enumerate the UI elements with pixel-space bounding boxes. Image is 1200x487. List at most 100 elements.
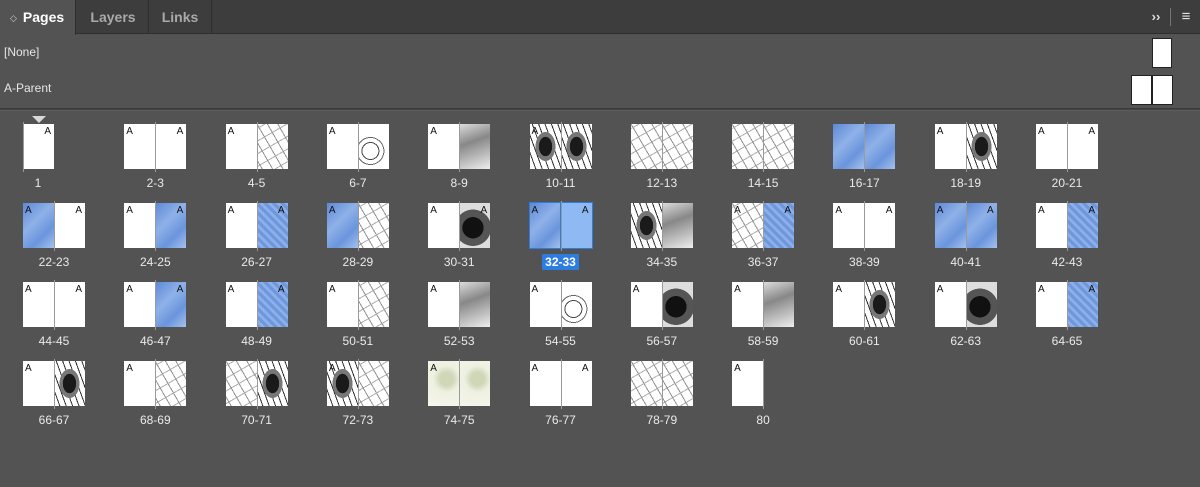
page-thumbnail[interactable]	[864, 282, 896, 327]
page-spread[interactable]: A 28-29	[312, 191, 404, 269]
page-spread[interactable]: A A 38-39	[818, 191, 910, 269]
page-thumbnail[interactable]	[357, 282, 389, 327]
page-spread[interactable]: A A 76-77	[515, 349, 607, 427]
tab-pages[interactable]: ◇ Pages	[0, 0, 76, 35]
page-thumbnail[interactable]	[864, 124, 896, 169]
page-spread[interactable]: A A 46-47	[109, 270, 201, 348]
page-spread[interactable]: A A 22-23	[8, 191, 100, 269]
spread-thumbnails[interactable]: A	[109, 359, 201, 409]
page-spread[interactable]: A A 48-49	[211, 270, 303, 348]
page-spread[interactable]: A 10-11	[515, 112, 607, 190]
page-spread[interactable]: A A 32-33	[515, 191, 607, 270]
spread-thumbnails[interactable]: AA	[1021, 280, 1113, 330]
spread-thumbnails[interactable]: A	[818, 280, 910, 330]
page-thumbnail[interactable]	[661, 203, 693, 248]
spread-thumbnails[interactable]: AA	[515, 359, 607, 409]
page-spread[interactable]: A 66-67	[8, 349, 100, 427]
panel-menu-icon[interactable]: ≡	[1176, 8, 1196, 26]
page-spread[interactable]: A A 24-25	[109, 191, 201, 269]
page-thumbnail[interactable]: A	[124, 361, 156, 406]
page-thumbnail[interactable]	[155, 361, 187, 406]
page-thumbnail[interactable]	[661, 124, 693, 169]
page-spread[interactable]: A A 20-21	[1021, 112, 1113, 190]
page-thumbnail[interactable]	[357, 361, 389, 406]
page-thumbnail[interactable]: A	[965, 203, 997, 248]
page-spread[interactable]: A 80	[717, 349, 809, 427]
page-thumbnail[interactable]	[833, 124, 865, 169]
spread-thumbnails[interactable]: A	[8, 122, 100, 172]
page-thumbnail[interactable]	[965, 282, 997, 327]
page-thumbnail[interactable]: A	[732, 361, 764, 406]
page-thumbnail[interactable]: A	[560, 361, 592, 406]
page-spread[interactable]: 70-71	[211, 349, 303, 427]
page-thumbnail[interactable]: A	[124, 124, 156, 169]
spread-thumbnails[interactable]: AA	[211, 280, 303, 330]
page-thumbnail[interactable]: A	[559, 202, 593, 249]
page-thumbnail[interactable]	[225, 361, 257, 406]
page-thumbnail[interactable]: A	[529, 361, 561, 406]
page-spread[interactable]: A A 36-37	[717, 191, 809, 269]
page-spread[interactable]: A 8-9	[413, 112, 505, 190]
spread-thumbnails[interactable]: AA	[413, 201, 505, 251]
spread-thumbnails[interactable]	[717, 122, 809, 172]
page-thumbnail[interactable]	[560, 282, 592, 327]
tab-links[interactable]: Links	[149, 0, 211, 34]
page-thumbnail[interactable]: A	[1067, 282, 1098, 327]
spread-thumbnails[interactable]: AA	[211, 201, 303, 251]
page-thumbnail[interactable]: A	[256, 203, 288, 248]
page-thumbnail[interactable]: A	[934, 124, 966, 169]
page-spread[interactable]: A A 26-27	[211, 191, 303, 269]
page-thumbnail[interactable]: A	[1067, 203, 1098, 248]
page-spread[interactable]: A A 64-65	[1021, 270, 1113, 348]
page-thumbnail[interactable]: A	[23, 361, 54, 406]
spread-thumbnails[interactable]: AA	[515, 201, 607, 251]
page-thumbnail[interactable]: A	[23, 124, 54, 169]
page-spread[interactable]: A A 42-43	[1021, 191, 1113, 269]
page-thumbnail[interactable]: A	[763, 203, 795, 248]
page-thumbnail[interactable]: A	[732, 203, 764, 248]
page-thumbnail[interactable]	[661, 361, 693, 406]
spread-thumbnails[interactable]: AA	[1021, 201, 1113, 251]
page-thumbnail[interactable]	[763, 124, 795, 169]
page-thumbnail[interactable]	[630, 361, 662, 406]
page-spread[interactable]: 14-15	[717, 112, 809, 190]
page-thumbnail[interactable]: A	[428, 361, 460, 406]
page-spread[interactable]: A 72-73	[312, 349, 404, 427]
page-thumbnail[interactable]: A	[1036, 203, 1067, 248]
page-thumbnail[interactable]: A	[155, 203, 187, 248]
page-thumbnail[interactable]: A	[326, 361, 358, 406]
page-thumbnail[interactable]: A	[833, 282, 865, 327]
page-thumbnail[interactable]: A	[155, 282, 187, 327]
page-thumbnail[interactable]: A	[256, 282, 288, 327]
page-thumbnail[interactable]	[256, 124, 288, 169]
page-thumbnail[interactable]	[630, 124, 662, 169]
page-spread[interactable]: A 58-59	[717, 270, 809, 348]
page-thumbnail[interactable]: A	[54, 203, 85, 248]
page-thumbnail[interactable]: A	[428, 203, 460, 248]
spread-thumbnails[interactable]: AA	[109, 280, 201, 330]
spread-thumbnails[interactable]	[616, 122, 708, 172]
page-thumbnail[interactable]: A	[1036, 282, 1067, 327]
spread-thumbnails[interactable]: A	[312, 122, 404, 172]
spread-thumbnails[interactable]: A	[515, 122, 607, 172]
page-spread[interactable]: A 4-5	[211, 112, 303, 190]
spread-thumbnails[interactable]: A	[717, 359, 809, 409]
tab-layers[interactable]: Layers	[78, 0, 148, 34]
page-spread[interactable]: A 52-53	[413, 270, 505, 348]
page-thumbnail[interactable]: A	[1036, 124, 1067, 169]
spread-thumbnails[interactable]: AA	[8, 201, 100, 251]
page-spread[interactable]: A 56-57	[616, 270, 708, 348]
page-spread[interactable]: A A 2-3	[109, 112, 201, 190]
page-spread[interactable]: 78-79	[616, 349, 708, 427]
spread-thumbnails[interactable]: A	[717, 280, 809, 330]
spread-thumbnails[interactable]: A	[312, 359, 404, 409]
page-thumbnail[interactable]: A	[864, 203, 896, 248]
page-thumbnail[interactable]	[661, 282, 693, 327]
page-spread[interactable]: A 54-55	[515, 270, 607, 348]
spread-thumbnails[interactable]	[818, 122, 910, 172]
page-spread[interactable]: 16-17	[818, 112, 910, 190]
page-thumbnail[interactable]: A	[833, 203, 865, 248]
page-thumbnail[interactable]: A	[630, 282, 662, 327]
page-spread[interactable]: A 68-69	[109, 349, 201, 427]
spread-thumbnails[interactable]: AA	[109, 122, 201, 172]
